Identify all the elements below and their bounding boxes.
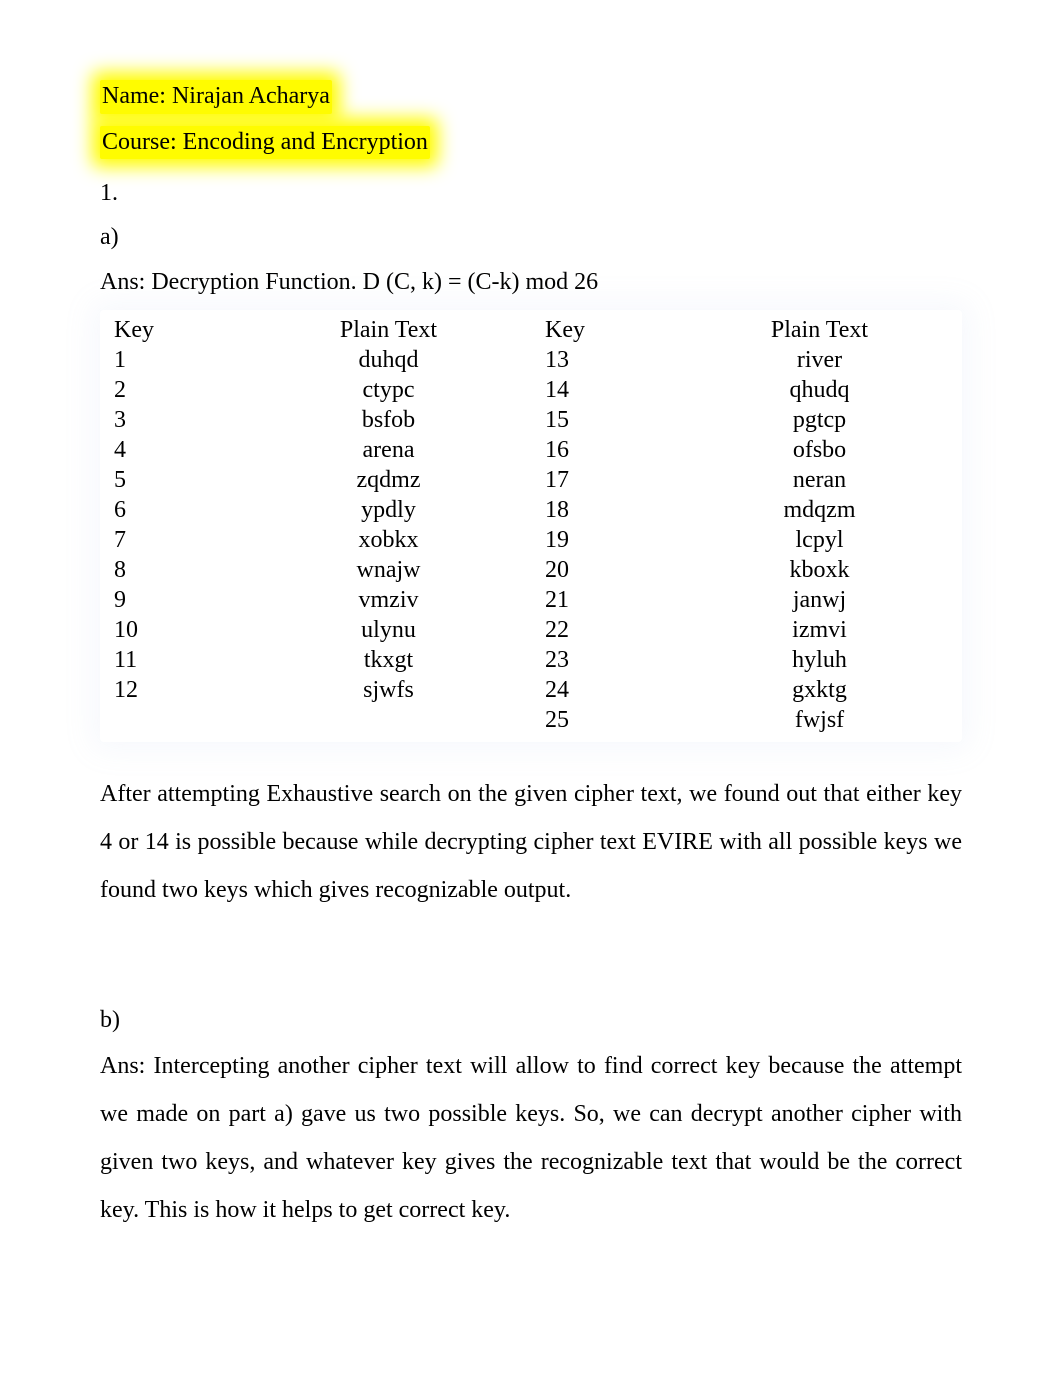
cell-plain: ulynu (254, 614, 523, 648)
decryption-table: Key Plain Text 1duhqd 2ctypc 3bsfob 4are… (100, 310, 962, 742)
course-block: Course: Encoding and Encryption (100, 126, 430, 164)
cell-plain: tkxgt (254, 644, 523, 678)
table-row: 18mdqzm (539, 496, 954, 526)
table-row: 16ofsbo (539, 436, 954, 466)
cell-plain: pgtcp (685, 404, 954, 438)
cell-plain: hyluh (685, 644, 954, 678)
cell-key: 6 (108, 494, 254, 528)
cell-key: 5 (108, 464, 254, 498)
cell-key: 14 (539, 374, 685, 408)
student-name-block: Name: Nirajan Acharya (100, 80, 332, 118)
cell-key: 13 (539, 344, 685, 378)
document-page: Name: Nirajan Acharya Course: Encoding a… (0, 0, 1062, 1377)
cell-key: 11 (108, 644, 254, 678)
cell-key: 4 (108, 434, 254, 468)
cell-key: 3 (108, 404, 254, 438)
table-row: 19lcpyl (539, 526, 954, 556)
cell-key: 12 (108, 674, 254, 708)
table-row: 23hyluh (539, 646, 954, 676)
cell-key: 24 (539, 674, 685, 708)
part-a-explanation: After attempting Exhaustive search on th… (100, 770, 962, 914)
table-header-row: Key Plain Text (108, 316, 523, 346)
table-left-column: Key Plain Text 1duhqd 2ctypc 3bsfob 4are… (100, 316, 531, 706)
table-row: 25fwjsf (539, 706, 954, 736)
cell-key: 9 (108, 584, 254, 618)
part-b-label: b) (100, 1004, 962, 1038)
part-b-section: b) Ans: Intercepting another cipher text… (100, 1004, 962, 1234)
cell-key: 18 (539, 494, 685, 528)
table-row: 22izmvi (539, 616, 954, 646)
cell-plain: qhudq (685, 374, 954, 408)
cell-key: 19 (539, 524, 685, 558)
cell-key: 20 (539, 554, 685, 588)
table-row: 3bsfob (108, 406, 523, 436)
cell-plain: ypdly (254, 494, 523, 528)
cell-plain: river (685, 344, 954, 378)
cell-key: 17 (539, 464, 685, 498)
cell-key: 23 (539, 644, 685, 678)
table-row: 24gxktg (539, 676, 954, 706)
cell-plain: janwj (685, 584, 954, 618)
part-a-label: a) (100, 221, 962, 255)
cell-plain: zqdmz (254, 464, 523, 498)
student-name: Name: Nirajan Acharya (100, 80, 332, 114)
cell-plain: wnajw (254, 554, 523, 588)
cell-plain: izmvi (685, 614, 954, 648)
cell-key: 2 (108, 374, 254, 408)
table-row: 10ulynu (108, 616, 523, 646)
cell-plain: duhqd (254, 344, 523, 378)
cell-plain: mdqzm (685, 494, 954, 528)
table-row: 6ypdly (108, 496, 523, 526)
cell-plain: kboxk (685, 554, 954, 588)
cell-plain: gxktg (685, 674, 954, 708)
table-right-column: Key Plain Text 13river 14qhudq 15pgtcp 1… (531, 316, 962, 736)
cell-key: 8 (108, 554, 254, 588)
cell-plain: arena (254, 434, 523, 468)
cell-plain: xobkx (254, 524, 523, 558)
header-plain: Plain Text (685, 314, 954, 348)
header-plain: Plain Text (254, 314, 523, 348)
table-row: 13river (539, 346, 954, 376)
cell-key: 25 (539, 704, 685, 738)
table-row: 21janwj (539, 586, 954, 616)
cell-key: 10 (108, 614, 254, 648)
table-row: 15pgtcp (539, 406, 954, 436)
table-row: 20kboxk (539, 556, 954, 586)
cell-key: 21 (539, 584, 685, 618)
table-row: 4arena (108, 436, 523, 466)
table-row: 2ctypc (108, 376, 523, 406)
cell-plain: neran (685, 464, 954, 498)
question-number: 1. (100, 177, 962, 211)
cell-key: 7 (108, 524, 254, 558)
course-name: Course: Encoding and Encryption (100, 126, 430, 160)
cell-key: 16 (539, 434, 685, 468)
table-header-row: Key Plain Text (539, 316, 954, 346)
cell-key: 1 (108, 344, 254, 378)
cell-key: 15 (539, 404, 685, 438)
table-row: 12sjwfs (108, 676, 523, 706)
table-row: 9vmziv (108, 586, 523, 616)
cell-plain: fwjsf (685, 704, 954, 738)
part-a-answer-line: Ans: Decryption Function. D (C, k) = (C-… (100, 266, 962, 300)
table-row: 5zqdmz (108, 466, 523, 496)
cell-plain: bsfob (254, 404, 523, 438)
table-row: 17neran (539, 466, 954, 496)
table-row: 11tkxgt (108, 646, 523, 676)
cell-plain: ctypc (254, 374, 523, 408)
cell-plain: ofsbo (685, 434, 954, 468)
header-key: Key (539, 314, 685, 348)
cell-plain: lcpyl (685, 524, 954, 558)
header-key: Key (108, 314, 254, 348)
cell-key: 22 (539, 614, 685, 648)
cell-plain: sjwfs (254, 674, 523, 708)
table-row: 7xobkx (108, 526, 523, 556)
part-b-answer: Ans: Intercepting another cipher text wi… (100, 1042, 962, 1234)
table-row: 1duhqd (108, 346, 523, 376)
cell-plain: vmziv (254, 584, 523, 618)
table-row: 8wnajw (108, 556, 523, 586)
table-row: 14qhudq (539, 376, 954, 406)
